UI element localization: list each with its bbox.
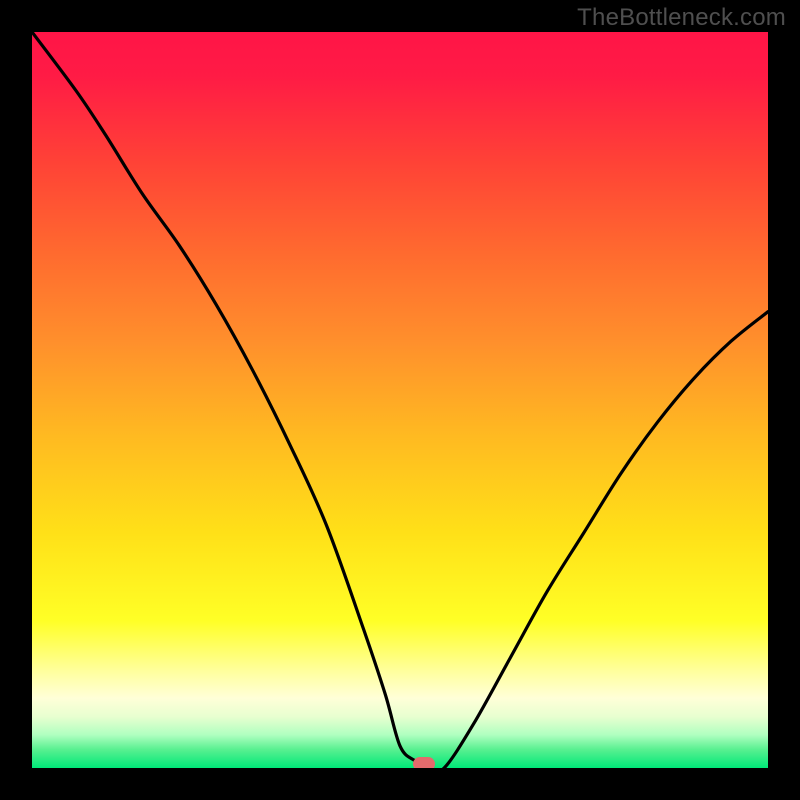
optimal-marker [413, 757, 435, 768]
chart-frame: TheBottleneck.com [0, 0, 800, 800]
gradient-background [32, 32, 768, 768]
plot-area [32, 32, 768, 768]
chart-svg [32, 32, 768, 768]
watermark-text: TheBottleneck.com [577, 4, 786, 32]
